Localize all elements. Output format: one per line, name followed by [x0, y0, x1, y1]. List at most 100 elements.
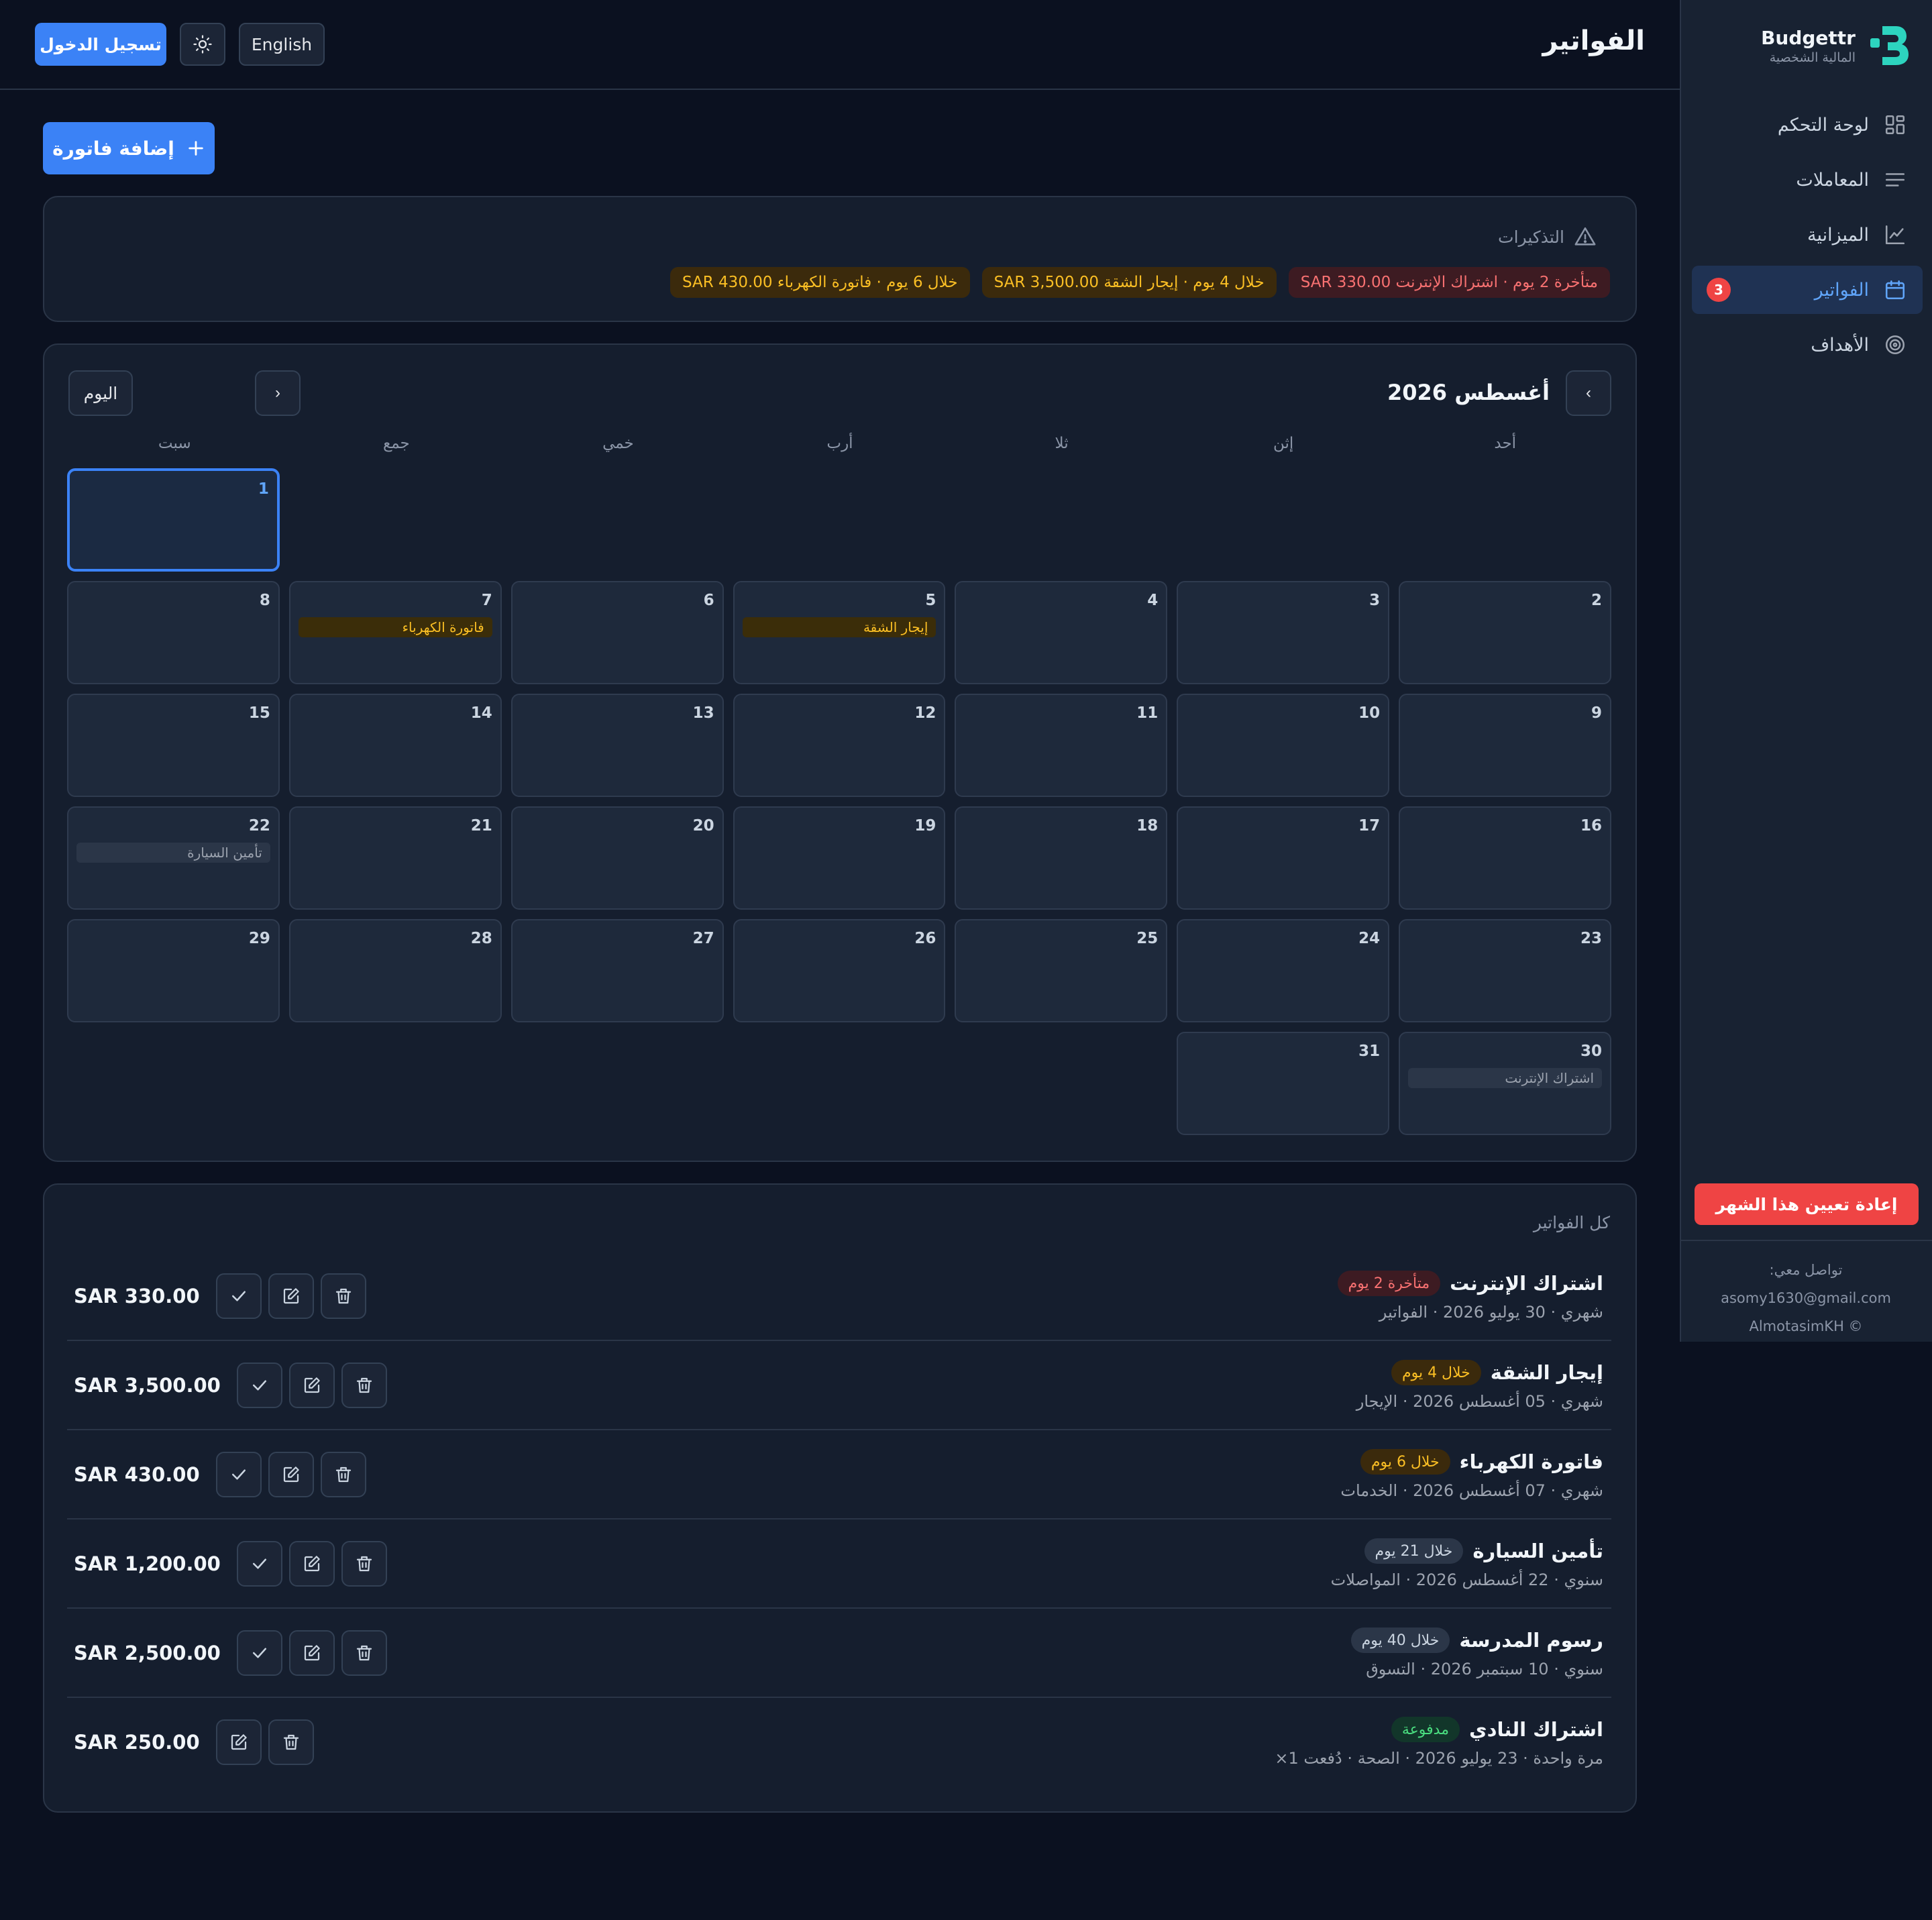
mark-paid-button[interactable] [236, 1541, 282, 1587]
contact-email-link[interactable]: asomy1630@gmail.com [1680, 1284, 1932, 1312]
bill-name: اشتراك الإنترنت [1450, 1272, 1603, 1295]
calendar-day-24[interactable]: 24 [1177, 919, 1390, 1022]
trash-icon [356, 1645, 372, 1661]
calendar-day-12[interactable]: 12 [733, 694, 946, 797]
calendar-day-number: 14 [470, 704, 492, 722]
sidebar-item-goals[interactable]: الأهداف [1692, 321, 1923, 369]
sidebar-item-bills[interactable]: الفواتير 3 [1692, 266, 1923, 314]
edit-bill-button[interactable] [288, 1363, 335, 1408]
mark-paid-button[interactable] [215, 1273, 262, 1319]
mark-paid-button[interactable] [236, 1363, 282, 1408]
edit-icon [304, 1645, 320, 1661]
weekday-label: خمي [602, 435, 634, 452]
edit-bill-button[interactable] [288, 1630, 335, 1676]
calendar-event[interactable]: إيجار الشقة [742, 617, 936, 637]
calendar-empty-cell [733, 468, 946, 572]
sidebar-item-dashboard[interactable]: لوحة التحكم [1692, 101, 1923, 149]
delete-bill-button[interactable] [341, 1541, 387, 1587]
sidebar-item-label: الأهداف [1811, 334, 1869, 356]
calendar-day-29[interactable]: 29 [67, 919, 280, 1022]
add-bill-button[interactable]: إضافة فاتورة [43, 122, 215, 174]
calendar-day-28[interactable]: 28 [288, 919, 502, 1022]
calendar-day-8[interactable]: 8 [67, 581, 280, 684]
bill-info: اشتراك الإنترنت متأخرة 2 يوم شهري · 30 يول… [1337, 1271, 1603, 1322]
calendar-day-number: 26 [914, 930, 936, 947]
edit-icon [231, 1734, 247, 1750]
calendar-today-button[interactable]: اليوم [68, 370, 133, 416]
sidebar-item-label: لوحة التحكم [1777, 114, 1869, 136]
edit-bill-button[interactable] [288, 1541, 335, 1587]
bill-amount: SAR 250.00 [74, 1731, 200, 1754]
theme-toggle-button[interactable] [180, 23, 225, 66]
calendar-day-20[interactable]: 20 [511, 806, 724, 910]
reminder-chip-electricity[interactable]: خلال 6 يوم · فاتورة الكهرباء SAR 430.00 [670, 267, 970, 298]
reminder-chip-rent[interactable]: خلال 4 يوم · إيجار الشقة SAR 3,500.00 [981, 267, 1277, 298]
calendar-event[interactable]: تأمين السيارة [76, 843, 270, 863]
calendar-day-3[interactable]: 3 [1177, 581, 1390, 684]
calendar-day-15[interactable]: 15 [67, 694, 280, 797]
calendar-day-22[interactable]: 22 تأمين السيارة [67, 806, 280, 910]
calendar-day-7[interactable]: 7 فاتورة الكهرباء [288, 581, 502, 684]
calendar-day-21[interactable]: 21 [288, 806, 502, 910]
calendar-day-23[interactable]: 23 [1399, 919, 1611, 1022]
mark-paid-button[interactable] [215, 1452, 262, 1497]
delete-bill-button[interactable] [268, 1719, 314, 1765]
calendar-day-19[interactable]: 19 [733, 806, 946, 910]
calendar-day-number: 29 [248, 930, 270, 947]
calendar-empty-cell [289, 468, 502, 572]
delete-bill-button[interactable] [320, 1273, 366, 1319]
reset-month-button[interactable]: إعادة تعيين هذا الشهر [1695, 1183, 1919, 1225]
calendar-day-14[interactable]: 14 [288, 694, 502, 797]
bill-meta: شهري · 30 يوليو 2026 · الفواتير [1379, 1303, 1603, 1322]
calendar-day-31[interactable]: 31 [1177, 1032, 1390, 1135]
calendar-event[interactable]: اشتراك الإنترنت [1408, 1068, 1602, 1088]
language-toggle-button[interactable]: English [239, 23, 325, 66]
sidebar-item-transactions[interactable]: المعاملات [1692, 156, 1923, 204]
edit-bill-button[interactable] [268, 1452, 314, 1497]
calendar-day-16[interactable]: 16 [1399, 806, 1611, 910]
calendar-day-13[interactable]: 13 [511, 694, 724, 797]
calendar-day-number: 19 [914, 817, 936, 835]
calendar-day-27[interactable]: 27 [511, 919, 724, 1022]
calendar-day-5[interactable]: 5 إيجار الشقة [733, 581, 946, 684]
calendar-next-button[interactable]: ‹ [255, 370, 301, 416]
calendar-prev-button[interactable]: › [1566, 370, 1611, 416]
calendar-day-number: 13 [692, 704, 714, 722]
bill-name: إيجار الشقة [1490, 1361, 1603, 1384]
brand-logo-icon [1870, 26, 1909, 65]
edit-bill-button[interactable] [215, 1719, 262, 1765]
delete-bill-button[interactable] [341, 1363, 387, 1408]
all-bills-title: كل الفواتير [1533, 1213, 1610, 1232]
calendar-day-11[interactable]: 11 [955, 694, 1168, 797]
calendar-day-18[interactable]: 18 [955, 806, 1168, 910]
calendar-day-9[interactable]: 9 [1399, 694, 1611, 797]
calendar-event[interactable]: فاتورة الكهرباء [298, 617, 492, 637]
calendar-day-10[interactable]: 10 [1177, 694, 1390, 797]
bill-meta: مرة واحدة · 23 يوليو 2026 · الصحة · دُفع… [1275, 1749, 1603, 1768]
trash-icon [335, 1466, 351, 1483]
calendar-day-4[interactable]: 4 [955, 581, 1168, 684]
calendar-day-25[interactable]: 25 [955, 919, 1168, 1022]
calendar-day-26[interactable]: 26 [733, 919, 946, 1022]
sidebar-item-budget[interactable]: الميزانية [1692, 211, 1923, 259]
bill-meta: سنوي · 10 سبتمبر 2026 · التسوق [1366, 1660, 1603, 1678]
edit-bill-button[interactable] [268, 1273, 314, 1319]
calendar-day-17[interactable]: 17 [1177, 806, 1390, 910]
calendar-day-number: 7 [481, 592, 492, 609]
calendar-day-6[interactable]: 6 [511, 581, 724, 684]
calendar-day-1[interactable]: 1 [67, 468, 280, 572]
bill-meta: سنوي · 22 أغسطس 2026 · المواصلات [1330, 1570, 1603, 1589]
brand[interactable]: Budgettr المالية الشخصية [1701, 21, 1911, 70]
calendar-day-number: 24 [1358, 930, 1381, 947]
delete-bill-button[interactable] [320, 1452, 366, 1497]
reminder-chip-internet[interactable]: متأخرة 2 يوم · اشتراك الإنترنت SAR 330.0… [1288, 267, 1610, 298]
login-button[interactable]: تسجيل الدخول [35, 23, 166, 66]
mark-paid-button[interactable] [236, 1630, 282, 1676]
calendar-day-2[interactable]: 2 [1399, 581, 1611, 684]
calendar-month-label: أغسطس 2026 [1387, 380, 1550, 405]
delete-bill-button[interactable] [341, 1630, 387, 1676]
calendar-day-number: 3 [1369, 592, 1381, 609]
bill-meta: شهري · 07 أغسطس 2026 · الخدمات [1340, 1481, 1603, 1500]
calendar-day-30[interactable]: 30 اشتراك الإنترنت [1399, 1032, 1611, 1135]
calendar-empty-cell [1399, 468, 1611, 572]
